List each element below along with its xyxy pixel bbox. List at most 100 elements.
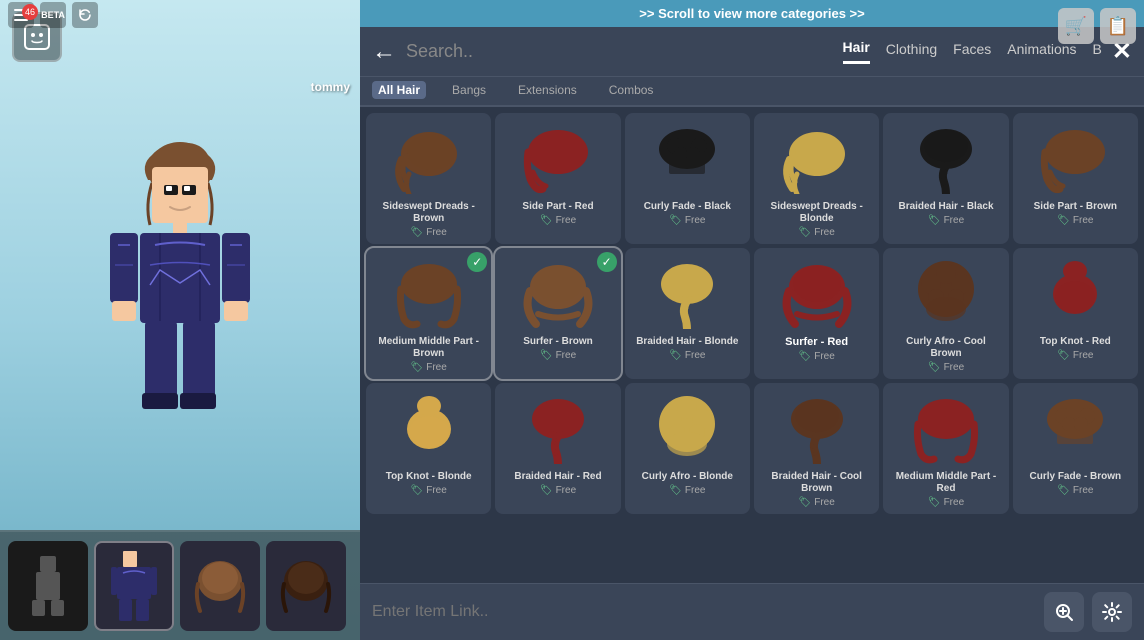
thumb-outfit[interactable] (94, 541, 174, 631)
character-name-label: tommy (311, 80, 350, 94)
tab-hair[interactable]: Hair (843, 39, 870, 64)
bottom-input-bar (360, 583, 1144, 640)
item-image (513, 389, 603, 469)
price-value: Free (556, 215, 577, 226)
item-card[interactable]: ✓ Surfer - Brown 🏷Free (495, 248, 620, 379)
sub-tab-bangs[interactable]: Bangs (446, 81, 492, 99)
item-card[interactable]: Braided Hair - Red 🏷Free (495, 383, 620, 514)
price-tag-icon: 🏷 (540, 215, 553, 226)
item-card[interactable]: Surfer - Red 🏷Free (754, 248, 879, 379)
item-card[interactable]: Curly Fade - Black🏷Free (625, 113, 750, 244)
item-card[interactable]: Sideswept Dreads - Brown🏷Free (366, 113, 491, 244)
back-button[interactable]: ← (372, 38, 396, 66)
item-card[interactable]: Braided Hair - Cool Brown🏷Free (754, 383, 879, 514)
item-name: Surfer - Red (785, 336, 848, 349)
item-image (772, 389, 862, 469)
thumb-hair-brown[interactable] (180, 541, 260, 631)
item-price: 🏷Free (540, 485, 576, 496)
thumb-hair-dark[interactable] (266, 541, 346, 631)
copy-icon[interactable]: 📋 (1100, 8, 1136, 44)
price-tag-icon: 🏷 (1057, 215, 1070, 226)
search-input[interactable] (406, 41, 823, 62)
item-image (513, 119, 603, 199)
top-right-controls: 🛒 📋 (1050, 0, 1144, 52)
price-tag-icon: 🏷 (669, 350, 682, 361)
character-view: tommy (0, 0, 360, 530)
item-card[interactable]: Curly Afro - Cool Brown 🏷Free (883, 248, 1008, 379)
item-image (901, 254, 991, 334)
item-card[interactable]: Top Knot - Blonde🏷Free (366, 383, 491, 514)
item-price: 🏷Free (928, 215, 964, 226)
system-bar: 46 BETA (0, 0, 360, 30)
items-grid: Sideswept Dreads - Brown🏷Free Side Part … (360, 107, 1144, 583)
price-tag-icon: 🏷 (669, 215, 682, 226)
sub-tab-combos[interactable]: Combos (603, 81, 660, 99)
thumb-body[interactable] (8, 541, 88, 631)
right-panel: >> Scroll to view more categories >> ← H… (360, 0, 1144, 640)
item-card[interactable]: Side Part - Brown 🏷Free (1013, 113, 1138, 244)
item-name: Curly Afro - Blonde (642, 471, 733, 483)
item-card[interactable]: Braided Hair - Black🏷Free (883, 113, 1008, 244)
item-card[interactable]: Curly Afro - Blonde🏷Free (625, 383, 750, 514)
menu-icon[interactable]: 46 (8, 2, 34, 28)
item-price: 🏷Free (799, 497, 835, 508)
price-tag-icon: 🏷 (1057, 485, 1070, 496)
item-image (1030, 254, 1120, 334)
item-card[interactable]: Side Part - Red🏷Free (495, 113, 620, 244)
price-value: Free (685, 350, 706, 361)
price-tag-icon: 🏷 (799, 497, 812, 508)
price-tag-icon: 🏷 (669, 485, 682, 496)
item-image (384, 119, 474, 199)
item-image (642, 389, 732, 469)
item-card[interactable]: Medium Middle Part - Red🏷Free (883, 383, 1008, 514)
settings-button[interactable] (1092, 592, 1132, 632)
price-tag-icon: 🏷 (540, 350, 553, 361)
price-tag-icon: 🏷 (411, 227, 424, 238)
item-image (384, 389, 474, 469)
item-name: Curly Afro - Cool Brown (889, 336, 1002, 360)
item-name: Surfer - Brown (523, 336, 592, 348)
price-tag-icon: 🏷 (928, 362, 941, 373)
price-value: Free (814, 497, 835, 508)
item-card[interactable]: Sideswept Dreads - Blonde🏷Free (754, 113, 879, 244)
tab-clothing[interactable]: Clothing (886, 41, 937, 63)
item-name: Top Knot - Blonde (386, 471, 472, 483)
selected-checkmark: ✓ (597, 252, 617, 272)
zoom-button[interactable] (1044, 592, 1084, 632)
notification-badge: 46 (22, 4, 38, 20)
item-name: Braided Hair - Red (514, 471, 601, 483)
beta-badge: BETA (40, 2, 66, 28)
item-name: Sideswept Dreads - Brown (372, 201, 485, 225)
undo-icon[interactable] (72, 2, 98, 28)
sub-tab-extensions[interactable]: Extensions (512, 81, 583, 99)
price-tag-icon: 🏷 (928, 215, 941, 226)
price-value: Free (1073, 485, 1094, 496)
item-card[interactable]: ✓ Medium Middle Part - Brown🏷Free (366, 248, 491, 379)
tab-faces[interactable]: Faces (953, 41, 991, 63)
item-image (513, 254, 603, 334)
item-name: Side Part - Brown (1034, 201, 1117, 213)
price-tag-icon: 🏷 (928, 497, 941, 508)
cart-icon[interactable]: 🛒 (1058, 8, 1094, 44)
item-link-input[interactable] (372, 603, 1036, 621)
thumbnail-bar (0, 530, 360, 640)
item-name: Sideswept Dreads - Blonde (760, 201, 873, 225)
price-value: Free (814, 227, 835, 238)
item-price: 🏷Free (928, 362, 964, 373)
item-card[interactable]: Braided Hair - Blonde🏷Free (625, 248, 750, 379)
price-value: Free (814, 351, 835, 362)
price-value: Free (426, 362, 447, 373)
price-tag-icon: 🏷 (411, 485, 424, 496)
item-name: Top Knot - Red (1040, 336, 1111, 348)
sub-tab-all-hair[interactable]: All Hair (372, 81, 426, 99)
price-value: Free (1073, 350, 1094, 361)
item-card[interactable]: Top Knot - Red🏷Free (1013, 248, 1138, 379)
item-card[interactable]: Curly Fade - Brown🏷Free (1013, 383, 1138, 514)
item-price: 🏷Free (928, 497, 964, 508)
price-value: Free (556, 485, 577, 496)
item-price: 🏷Free (1057, 215, 1093, 226)
item-price: 🏷Free (540, 350, 576, 361)
price-value: Free (944, 362, 965, 373)
item-price: 🏷Free (799, 351, 835, 362)
item-image (384, 254, 474, 334)
